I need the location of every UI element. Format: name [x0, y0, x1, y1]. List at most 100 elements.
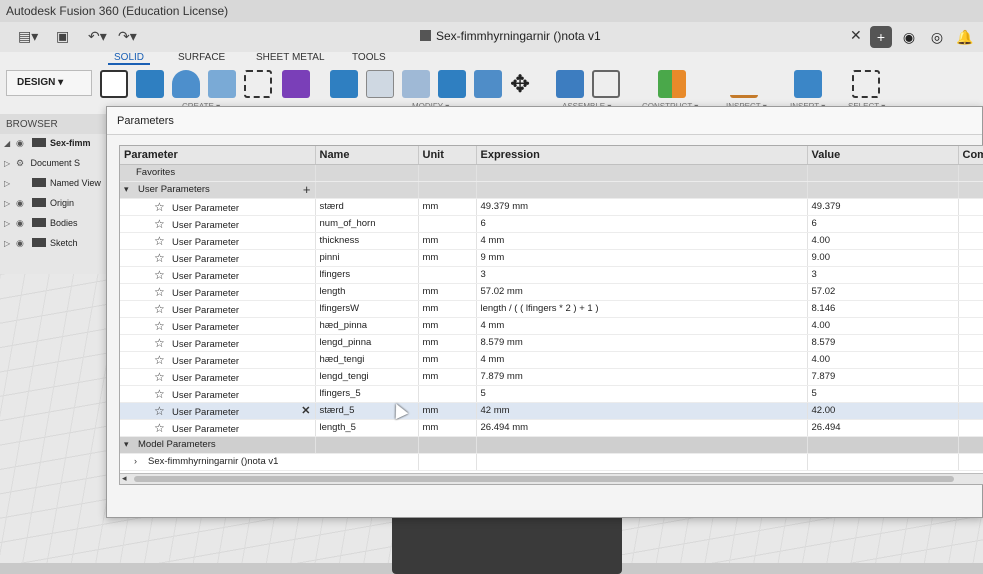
fillet-icon[interactable] — [366, 70, 394, 98]
close-tab-icon[interactable]: ✕ — [850, 27, 862, 44]
hole-icon[interactable] — [208, 70, 236, 98]
parameter-expression-cell[interactable]: length / ( ( lfingers * 2 ) + 1 ) — [476, 300, 808, 318]
parameter-name-cell[interactable]: hæd_tengi — [315, 351, 419, 369]
favorites-row[interactable]: Favorites — [120, 164, 983, 182]
browser-item-bodies[interactable]: ▷ ◉ Bodies — [0, 214, 108, 234]
extensions-icon[interactable]: ◉ — [898, 26, 920, 48]
table-row[interactable]: ☆ User Parameter length mm 57.02 mm 57.02 — [120, 283, 983, 301]
chamfer-icon[interactable] — [402, 70, 430, 98]
table-row[interactable]: ☆ User Parameter lfingers_5 5 5 — [120, 385, 983, 403]
parameter-expression-cell[interactable]: 4 mm — [476, 351, 808, 369]
table-row[interactable]: ☆ User Parameter hæd_pinna mm 4 mm 4.00 — [120, 317, 983, 335]
parameter-comment-cell[interactable] — [958, 198, 983, 216]
table-row[interactable]: ☆ User Parameter stærd mm 49.379 mm 49.379 — [120, 198, 983, 216]
insert-image-icon[interactable] — [794, 70, 822, 98]
move-icon[interactable]: ✥ — [510, 70, 538, 98]
parameter-expression-cell[interactable]: 9 mm — [476, 249, 808, 267]
parameter-unit-cell[interactable]: mm — [418, 402, 477, 420]
browser-item-root[interactable]: ◢ ◉ Sex-fimm — [0, 134, 108, 154]
pattern-icon[interactable] — [244, 70, 272, 98]
delete-parameter-icon[interactable]: ✕ — [301, 404, 310, 417]
parameter-unit-cell[interactable] — [418, 215, 477, 233]
parameter-name-cell[interactable]: lfingersW — [315, 300, 419, 318]
favorite-star-icon[interactable]: ☆ — [154, 234, 168, 248]
tab-surface[interactable]: SURFACE — [172, 52, 231, 63]
favorite-star-icon[interactable]: ☆ — [154, 421, 168, 435]
favorite-star-icon[interactable]: ☆ — [154, 285, 168, 299]
browser-item-document-settings[interactable]: ▷ ⚙ Document S — [0, 154, 108, 174]
table-row[interactable]: ☆ User Parameter thickness mm 4 mm 4.00 — [120, 232, 983, 250]
model-parameters-row[interactable]: ▾ Model Parameters — [120, 436, 983, 454]
parameter-name-cell[interactable]: pinni — [315, 249, 419, 267]
eye-icon[interactable]: ◉ — [16, 138, 28, 149]
parameter-comment-cell[interactable] — [958, 385, 983, 403]
favorite-star-icon[interactable]: ☆ — [154, 319, 168, 333]
column-header-parameter[interactable]: Parameter — [120, 146, 316, 165]
parameter-unit-cell[interactable]: mm — [418, 232, 477, 250]
parameter-expression-cell[interactable]: 5 — [476, 385, 808, 403]
parameter-expression-cell[interactable]: 42 mm — [476, 402, 808, 420]
parameter-unit-cell[interactable]: mm — [418, 317, 477, 335]
parameter-comment-cell[interactable] — [958, 351, 983, 369]
parameter-unit-cell[interactable]: mm — [418, 351, 477, 369]
chevron-right-icon[interactable]: › — [134, 456, 148, 466]
parameter-unit-cell[interactable] — [418, 385, 477, 403]
save-icon[interactable]: ▣ — [56, 28, 69, 45]
parameter-name-cell[interactable]: hæd_pinna — [315, 317, 419, 335]
eye-icon[interactable]: ◉ — [16, 198, 28, 209]
parameter-comment-cell[interactable] — [958, 317, 983, 335]
column-header-value[interactable]: Value — [807, 146, 959, 165]
table-row[interactable]: ☆ User Parameter length_5 mm 26.494 mm 26.494 — [120, 419, 983, 437]
user-parameters-row[interactable]: ▾ User Parameters + — [120, 181, 983, 199]
column-header-name[interactable]: Name — [315, 146, 419, 165]
parameter-expression-cell[interactable]: 49.379 mm — [476, 198, 808, 216]
parameter-unit-cell[interactable]: mm — [418, 419, 477, 437]
parameter-expression-cell[interactable]: 3 — [476, 266, 808, 284]
table-row[interactable]: ☆ User Parameter lfingersW mm length / ( ( l… — [120, 300, 983, 318]
favorite-star-icon[interactable]: ☆ — [154, 336, 168, 350]
table-row[interactable]: ☆ User Parameter num_of_horn 6 6 — [120, 215, 983, 233]
favorite-star-icon[interactable]: ☆ — [154, 217, 168, 231]
select-icon[interactable] — [852, 70, 880, 98]
tab-sheet-metal[interactable]: SHEET METAL — [250, 52, 331, 63]
parameter-name-cell[interactable]: lfingers_5 — [315, 385, 419, 403]
create-form-icon[interactable] — [282, 70, 310, 98]
parameter-comment-cell[interactable] — [958, 300, 983, 318]
redo-icon[interactable]: ↷▾ — [118, 28, 137, 45]
measure-icon[interactable] — [730, 70, 758, 98]
browser-item-sketches[interactable]: ▷ ◉ Sketch — [0, 234, 108, 254]
parameter-comment-cell[interactable] — [958, 402, 983, 420]
parameter-unit-cell[interactable]: mm — [418, 283, 477, 301]
chevron-down-icon[interactable]: ▾ — [124, 439, 138, 450]
column-header-unit[interactable]: Unit — [418, 146, 477, 165]
favorite-star-icon[interactable]: ☆ — [154, 387, 168, 401]
parameter-expression-cell[interactable]: 4 mm — [476, 232, 808, 250]
document-tab[interactable]: Sex-fimmhyrningarnir ()nota v1 — [420, 29, 601, 43]
create-sketch-icon[interactable] — [100, 70, 128, 98]
parameter-expression-cell[interactable]: 8.579 mm — [476, 334, 808, 352]
parameter-comment-cell[interactable] — [958, 232, 983, 250]
column-header-comment[interactable]: Com — [958, 146, 983, 165]
parameter-comment-cell[interactable] — [958, 249, 983, 267]
parameter-comment-cell[interactable] — [958, 266, 983, 284]
parameter-name-cell[interactable]: thickness — [315, 232, 419, 250]
favorite-star-icon[interactable]: ☆ — [154, 268, 168, 282]
workspace-switcher[interactable]: DESIGN ▾ — [6, 70, 92, 96]
browser-item-origin[interactable]: ▷ ◉ Origin — [0, 194, 108, 214]
parameter-unit-cell[interactable]: mm — [418, 198, 477, 216]
favorite-star-icon[interactable]: ☆ — [154, 370, 168, 384]
expand-triangle-icon[interactable]: ▷ — [4, 239, 10, 248]
parameter-expression-cell[interactable]: 7.879 mm — [476, 368, 808, 386]
parameter-name-cell[interactable]: length_5 — [315, 419, 419, 437]
horizontal-scrollbar[interactable]: ◂ — [120, 473, 983, 484]
notifications-icon[interactable]: 🔔 — [954, 26, 976, 48]
column-header-expression[interactable]: Expression — [476, 146, 808, 165]
parameter-name-cell[interactable]: lengd_pinna — [315, 334, 419, 352]
eye-icon[interactable]: ◉ — [16, 238, 28, 249]
new-component-icon[interactable] — [556, 70, 584, 98]
offset-plane-icon[interactable] — [658, 70, 686, 98]
expand-triangle-icon[interactable]: ▷ — [4, 219, 10, 228]
parameter-name-cell[interactable]: length — [315, 283, 419, 301]
expand-triangle-icon[interactable]: ▷ — [4, 159, 10, 168]
parameter-comment-cell[interactable] — [958, 283, 983, 301]
